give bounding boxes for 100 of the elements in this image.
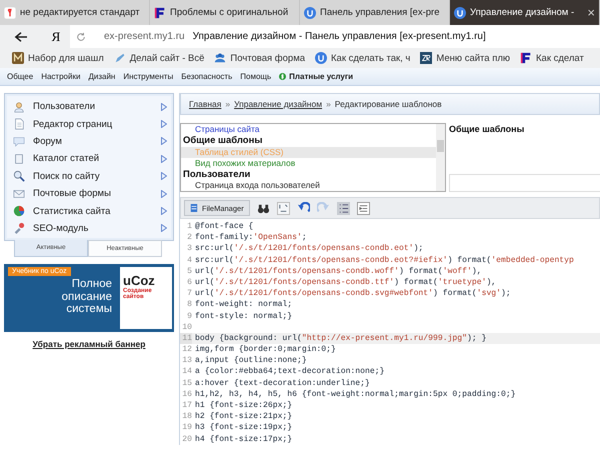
code-text: url('/.s/t/1201/fonts/opensans-condb.woff') format('woff'), <box>195 266 482 277</box>
breadcrumb-separator: » <box>326 99 331 109</box>
browser-tab[interactable]: Управление дизайном - × <box>450 0 600 25</box>
sidebar-item[interactable]: SEO-модуль <box>11 220 167 238</box>
admin-menu-item[interactable]: Помощь <box>240 72 272 81</box>
line-number: 7 <box>186 288 192 300</box>
code-text: a {color:#ebba64;text-decoration:none;} <box>195 366 384 378</box>
code-text: h1,h2, h3, h4, h5, h6 {font-weight:normal;margin:5px 0;padding:0;} <box>195 388 516 400</box>
code-text: font-family:'OpenSans'; <box>195 232 307 244</box>
line-number: 6 <box>186 276 192 288</box>
admin-menu-item[interactable]: Настройки <box>41 72 80 81</box>
line-number: 9 <box>186 310 192 322</box>
file-cabinet-icon <box>190 203 198 213</box>
people-favicon-icon <box>214 52 226 64</box>
letter-f-favicon-icon <box>520 52 532 64</box>
code-text: a,input {outline:none;} <box>195 355 307 366</box>
line-number: 1 <box>186 221 192 232</box>
code-text: h4 {font-size:17px;} <box>195 434 292 445</box>
admin-menu-item[interactable]: Безопасность <box>181 72 232 81</box>
yandex-favicon-icon <box>4 6 16 18</box>
indent-icon[interactable] <box>356 202 370 214</box>
sidebar-item[interactable]: Поиск по сайту <box>11 168 167 185</box>
u-circle-favicon-icon <box>454 6 466 18</box>
bookmark[interactable]: Делай сайт - Всё <box>114 52 204 64</box>
sidebar-item[interactable]: Статистика сайта <box>11 202 167 220</box>
bookmark[interactable]: Меню сайта плю <box>420 52 510 64</box>
line-number: 5 <box>186 266 192 277</box>
bookmark[interactable]: Набор для шашл <box>12 52 104 64</box>
browser-logo[interactable]: Я <box>42 28 70 44</box>
line-number: 10 <box>181 322 192 333</box>
input-field[interactable] <box>449 174 600 192</box>
bubble-icon <box>13 135 25 148</box>
line-number: 8 <box>186 299 192 310</box>
sidebar-item[interactable]: Форум <box>11 132 167 150</box>
book-title: uCoz <box>123 273 156 288</box>
line-number: 2 <box>186 232 192 244</box>
code-text: font-style: normal;} <box>195 310 292 322</box>
address-bar[interactable]: ex-present.my1.ru Управление дизайном - Панель управления [ex-present.my1.ru] <box>70 25 600 48</box>
close-tab-button[interactable]: × <box>587 5 595 20</box>
template-list-item[interactable]: Страница входа пользователей <box>181 180 436 191</box>
user-icon <box>13 100 25 113</box>
code-text: h1 {font-size:26px;} <box>195 400 292 412</box>
code-text: @font-face { <box>195 221 254 232</box>
bookmark[interactable]: Как сделат <box>520 52 584 64</box>
code-text: a:hover {text-decoration:underline;} <box>195 378 370 389</box>
line-numbers-icon[interactable] <box>336 202 350 214</box>
expand-triangle-icon <box>161 154 167 163</box>
code-text: h3 {font-size:19px;} <box>195 422 292 434</box>
line-number: 4 <box>186 254 192 266</box>
search-icon <box>13 170 25 182</box>
code-text: url('/.s/t/1201/fonts/opensans-condb.svg#webfont') format('svg'); <box>195 288 511 300</box>
paid-services-link[interactable]: Платные услуги <box>279 72 354 81</box>
banner-headline: Полное описание системы <box>60 278 112 316</box>
bookmark[interactable]: Как сделать так, ч <box>315 52 410 64</box>
code-text: body {background: url("http://ex-present.my1.ru/999.jpg"); } <box>195 332 486 344</box>
line-number: 15 <box>181 378 192 389</box>
back-arrow-icon[interactable] <box>14 30 28 42</box>
dollar-icon <box>279 72 286 81</box>
sidebar-item[interactable]: Редактор страниц <box>11 115 167 133</box>
scrollbar[interactable] <box>436 124 445 191</box>
template-list-item[interactable]: Страницы сайта <box>181 124 436 135</box>
line-number: 13 <box>181 355 192 366</box>
template-list[interactable]: Страницы сайта Общие шаблоны Таблица стилей (CSS) Вид похожих материалов Пользователи Страница входа пользователей <box>180 123 446 192</box>
breadcrumb-current: Редактирование шаблонов <box>334 99 442 109</box>
expand-triangle-icon <box>161 190 167 198</box>
sidebar-item[interactable]: Каталог статей <box>11 150 167 168</box>
template-list-item[interactable]: Вид похожих материалов <box>181 158 436 168</box>
line-number: 11 <box>180 332 192 344</box>
page-icon <box>13 118 25 130</box>
line-number: 12 <box>181 344 192 356</box>
m-tile-favicon-icon <box>12 52 24 64</box>
u-circle-favicon-icon <box>304 6 316 18</box>
code-text: h2 {font-size:21px;} <box>195 411 292 422</box>
breadcrumb-link[interactable]: Управление дизайном <box>234 99 322 109</box>
undo-icon[interactable] <box>296 202 310 214</box>
zr-tile-favicon-icon <box>420 52 432 64</box>
sidebar-item[interactable]: Почтовые формы <box>11 184 167 202</box>
bookmark[interactable]: Почтовая форма <box>214 52 306 64</box>
pen-favicon-icon <box>114 52 126 64</box>
template-group-heading: Пользователи <box>182 168 252 180</box>
line-number: 3 <box>186 243 192 255</box>
code-text: img,form {border:0;margin:0;} <box>195 344 336 356</box>
address-domain: ex-present.my1.ru <box>104 31 185 42</box>
pie-icon <box>13 205 25 218</box>
expand-triangle-icon <box>161 172 167 180</box>
line-number: 19 <box>181 422 192 434</box>
code-editor[interactable] <box>180 219 600 445</box>
line-number: 16 <box>181 388 192 400</box>
admin-menu-item[interactable]: Дизайн <box>88 72 116 81</box>
sidebar-item[interactable]: Пользователи <box>11 98 167 116</box>
reload-icon[interactable] <box>76 32 86 42</box>
admin-menu-item[interactable]: Общее <box>7 72 34 81</box>
code-text: font-weight: normal; <box>195 299 292 310</box>
remove-banner-link[interactable]: Убрать рекламный баннер <box>32 339 146 350</box>
admin-menu-item[interactable]: Инструменты <box>123 72 174 81</box>
expand-triangle-icon <box>161 102 167 111</box>
template-group-heading: Общие шаблоны <box>182 135 264 146</box>
code-text: src:url('/.s/t/1201/fonts/opensans-condb.eot'); <box>195 243 424 255</box>
line-number: 20 <box>181 434 192 445</box>
breadcrumb-link[interactable]: Главная <box>189 99 222 109</box>
